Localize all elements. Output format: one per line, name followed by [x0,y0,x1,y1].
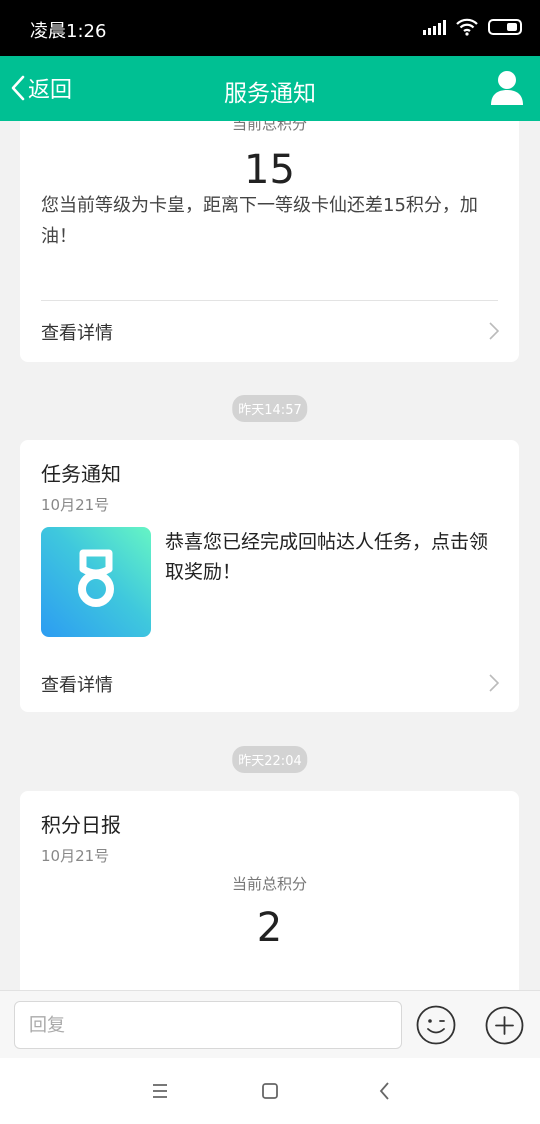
points-label: 当前总积分 [231,875,307,893]
card-date: 10月21号 [41,496,110,514]
points-card: 当前总积分 15 您当前等级为卡皇，距离下一等级卡仙还差15积分，加油！ 查看详… [20,121,519,362]
menu-icon[interactable] [149,1080,171,1102]
view-details-label: 查看详情 [41,323,113,344]
battery-icon [488,19,522,35]
level-message: 您当前等级为卡皇，距离下一等级卡仙还差15积分，加油！ [41,195,478,247]
task-message: 恭喜您已经完成回帖达人任务，点击领取奖励！ [165,531,489,583]
timestamp-badge: 昨天14:57 [232,395,308,422]
status-time: 凌晨1:26 [30,21,107,42]
message-list[interactable]: 当前总积分 15 您当前等级为卡皇，距离下一等级卡仙还差15积分，加油！ 查看详… [0,121,540,990]
square-home-icon[interactable] [259,1080,281,1102]
daily-report-card: 积分日报 10月21号 当前总积分 2 [20,791,519,990]
timestamp-badge: 昨天22:04 [232,746,308,773]
divider [41,300,498,301]
wifi-icon [456,18,478,36]
points-value: 15 [244,147,295,193]
chevron-right-icon [489,322,499,340]
card-date: 10月21号 [41,847,110,865]
view-details-button[interactable]: 查看详情 [20,311,519,351]
reply-input[interactable] [14,1001,402,1049]
nav-bar: 返回 服务通知 [0,56,540,121]
smiley-icon[interactable] [416,1005,456,1045]
status-icons [423,18,522,36]
page-title: 服务通知 [224,81,316,107]
points-value: 2 [256,905,283,951]
user-icon[interactable] [490,70,524,106]
signal-icon [423,19,446,35]
view-details-label: 查看详情 [41,675,113,696]
triangle-back-icon[interactable] [374,1080,396,1102]
card-title: 积分日报 [41,813,121,837]
points-label: 当前总积分 [231,121,307,133]
task-card: 任务通知 10月21号 恭喜您已经完成回帖达人任务，点击领取奖励！ 查看详情 [20,440,519,712]
reply-bar [0,990,540,1058]
view-details-button[interactable]: 查看详情 [20,663,519,703]
chevron-right-icon [489,674,499,692]
plus-icon[interactable] [485,1006,524,1045]
medal-icon [78,549,114,607]
task-thumbnail[interactable] [41,527,151,637]
status-bar: 凌晨1:26 [0,0,540,56]
system-nav-bar [0,1058,540,1124]
card-title: 任务通知 [41,462,121,486]
